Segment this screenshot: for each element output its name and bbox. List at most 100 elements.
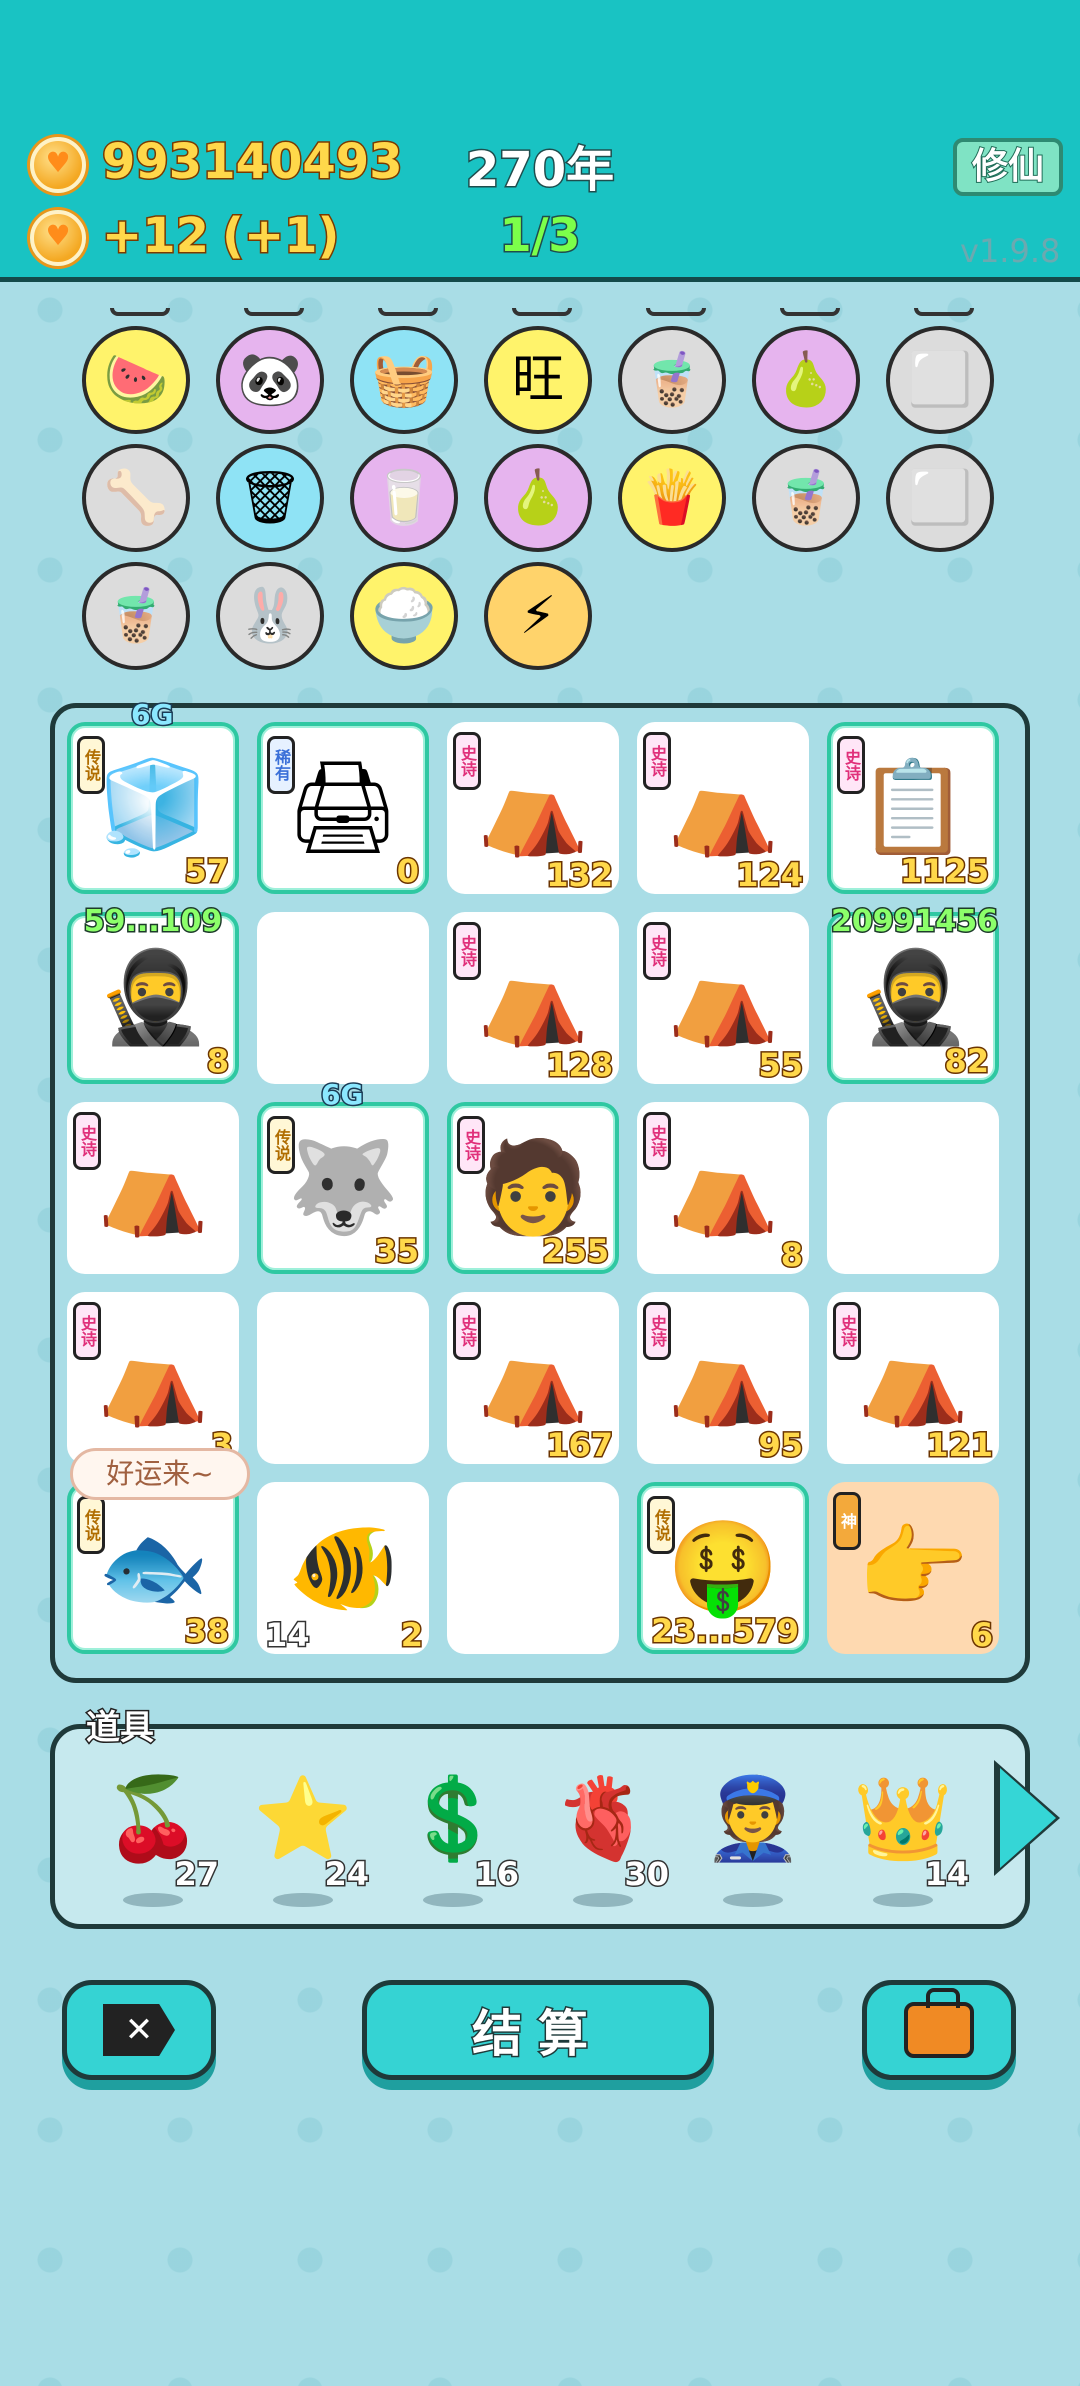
board-slot[interactable]: 🤑 传说 23...579 [637,1482,809,1654]
rabbit-tent-icon: ⛺ [666,1325,780,1430]
board-slot[interactable]: ⛺ 史诗 121 [827,1292,999,1466]
slot-count: 2 [399,1615,424,1656]
board-slot[interactable]: 🥷 8 59...109 [67,903,239,1084]
thief-icon: 🥷 [96,945,210,1050]
version-label: v1.9.8 [960,232,1061,270]
scrolled-item-edge [512,308,572,316]
board-slot[interactable]: 👉 神 6 [827,1482,999,1656]
board-slot[interactable]: ⛺ 史诗 8 [637,1102,809,1276]
item-glyph: 🧋 [103,586,169,646]
tool-count: 30 [623,1854,671,1895]
tools-panel: 🍒 27 ⭐ 24 💲 16 🫀 30 👮 👑 14 [50,1724,1030,1929]
item-glyph: 🍐 [505,468,571,528]
rarity-tag: 史诗 [643,1302,671,1360]
board-slot[interactable]: ⛺ 史诗 55 [637,912,809,1086]
backpack-button[interactable] [862,1980,1016,2080]
fish-icon: 🐠 [286,1515,400,1620]
rabbit-tent-icon: ⛺ [666,1135,780,1240]
item-glyph: ⬜ [907,350,973,410]
scrolled-item-edge [780,308,840,316]
board-slot[interactable]: ⛺ 史诗 3 [67,1292,239,1466]
rabbit-tent-icon: ⛺ [666,755,780,860]
collected-items-list: 🍉 🐼 🧺 旺 🧋 🍐 ⬜ 🦴 🗑 🥛 🍐 🍟 🧋 ⬜ 🧋 🐰 🍚 ⚡ [80,320,1020,690]
rarity-tag: 史诗 [73,1112,101,1170]
slot-sub-count: 14 [264,1615,312,1656]
settle-button[interactable]: 结算 [362,1980,714,2080]
slot-top-value: 59...109 [82,903,224,941]
board-slot[interactable]: ⛺ 史诗 95 [637,1292,809,1466]
sugar-cubes-icon: ⬜ [886,444,994,552]
tool-item[interactable]: 🍒 27 [93,1769,220,1909]
board-slot[interactable]: ⛺ 史诗 132 [447,722,619,896]
panda-icon: 🐼 [216,326,324,434]
xiuxian-button[interactable]: 修仙 [953,138,1063,196]
fries-icon: 🍟 [618,444,726,552]
badge-6g: 6G [129,697,175,733]
board-slot[interactable]: ⛺ 史诗 167 [447,1292,619,1466]
board-slot[interactable]: 🧑 史诗 255 [447,1102,619,1274]
dollar-coin-icon: 💲 [403,1772,503,1865]
board-slot[interactable]: 🧊 传说 57 6G [67,697,239,894]
tools-label: 道具 [85,1707,156,1750]
empty-slot[interactable] [257,1292,429,1464]
remove-button[interactable]: ✕ [62,1980,216,2080]
fridge-icon: 🧊 [96,755,210,860]
board-slot[interactable]: 🐠 2 14 [257,1482,429,1656]
slot-count: 8 [205,1041,230,1082]
dog-food-icon: 🦴 [82,444,190,552]
husky-icon: 🐺 [286,1135,400,1240]
coin-icon [30,210,86,266]
tool-item[interactable]: ⭐ 24 [243,1769,370,1909]
empty-slot[interactable] [257,912,429,1084]
board-slot[interactable]: 📋 史诗 1125 [827,722,999,894]
board-slot[interactable]: 🐟 传说 38 [67,1482,239,1654]
rarity-tag: 传说 [647,1496,675,1554]
rarity-tag: 史诗 [643,732,671,790]
rarity-tag: 史诗 [643,922,671,980]
tool-item[interactable]: 🫀 30 [543,1769,670,1909]
rarity-tag: 史诗 [453,922,481,980]
rarity-tag: 史诗 [833,1302,861,1360]
koi-fish-icon: 🐟 [96,1515,210,1620]
copy-paste-icon: 📋 [856,755,970,860]
board-slot[interactable]: ⛺ 史诗 124 [637,722,809,896]
board-slot[interactable]: 🐺 传说 35 6G [257,1077,429,1274]
item-glyph: 🐼 [237,350,303,410]
item-glyph: 🧺 [371,350,437,410]
empty-slot[interactable] [827,1102,999,1274]
pomelo-icon: 🍐 [752,326,860,434]
item-glyph: 🐰 [237,586,303,646]
rarity-tag: 史诗 [73,1302,101,1360]
slot-count: 6 [969,1615,994,1656]
printer-icon: 🖨 [285,755,401,860]
settle-label: 结算 [471,2004,604,2065]
board-slot[interactable]: 🖨 稀有 0 [257,722,429,894]
item-glyph: 🍚 [371,586,437,646]
wang-tile-icon: 旺 [484,326,592,434]
item-glyph: ⚡ [519,586,557,646]
scrolled-item-edge [914,308,974,316]
tool-item[interactable]: 👮 [693,1769,813,1909]
rarity-tag: 传说 [77,736,105,794]
tool-shadow [573,1893,633,1907]
rabbit-tent-icon: ⛺ [476,945,590,1050]
slot-count: 0 [395,851,420,892]
board-slot[interactable]: 🥷 82 20991456 [827,903,1000,1084]
rarity-tag: 传说 [77,1496,105,1554]
board-slot[interactable]: ⛺ 史诗 128 [447,912,619,1086]
scrolled-item-edge [378,308,438,316]
tool-shadow [873,1893,933,1907]
rarity-tag: 神 [833,1492,861,1550]
board-slot[interactable]: ⛺ 史诗 [67,1102,239,1274]
lightning-icon: ⚡ [484,562,592,670]
item-glyph: 🦴 [103,468,169,528]
tool-item[interactable]: 👑 14 [843,1769,970,1909]
tool-item[interactable]: 💲 16 [393,1769,520,1909]
rarity-tag: 稀有 [267,736,295,794]
slot-count: 132 [545,855,615,896]
empty-slot[interactable] [447,1482,619,1654]
scrolled-item-edge [244,308,304,316]
item-glyph: 🗑 [236,468,303,528]
rabbit-tent-icon: ⛺ [96,1325,210,1430]
bubble-tea-icon: 🧋 [752,444,860,552]
